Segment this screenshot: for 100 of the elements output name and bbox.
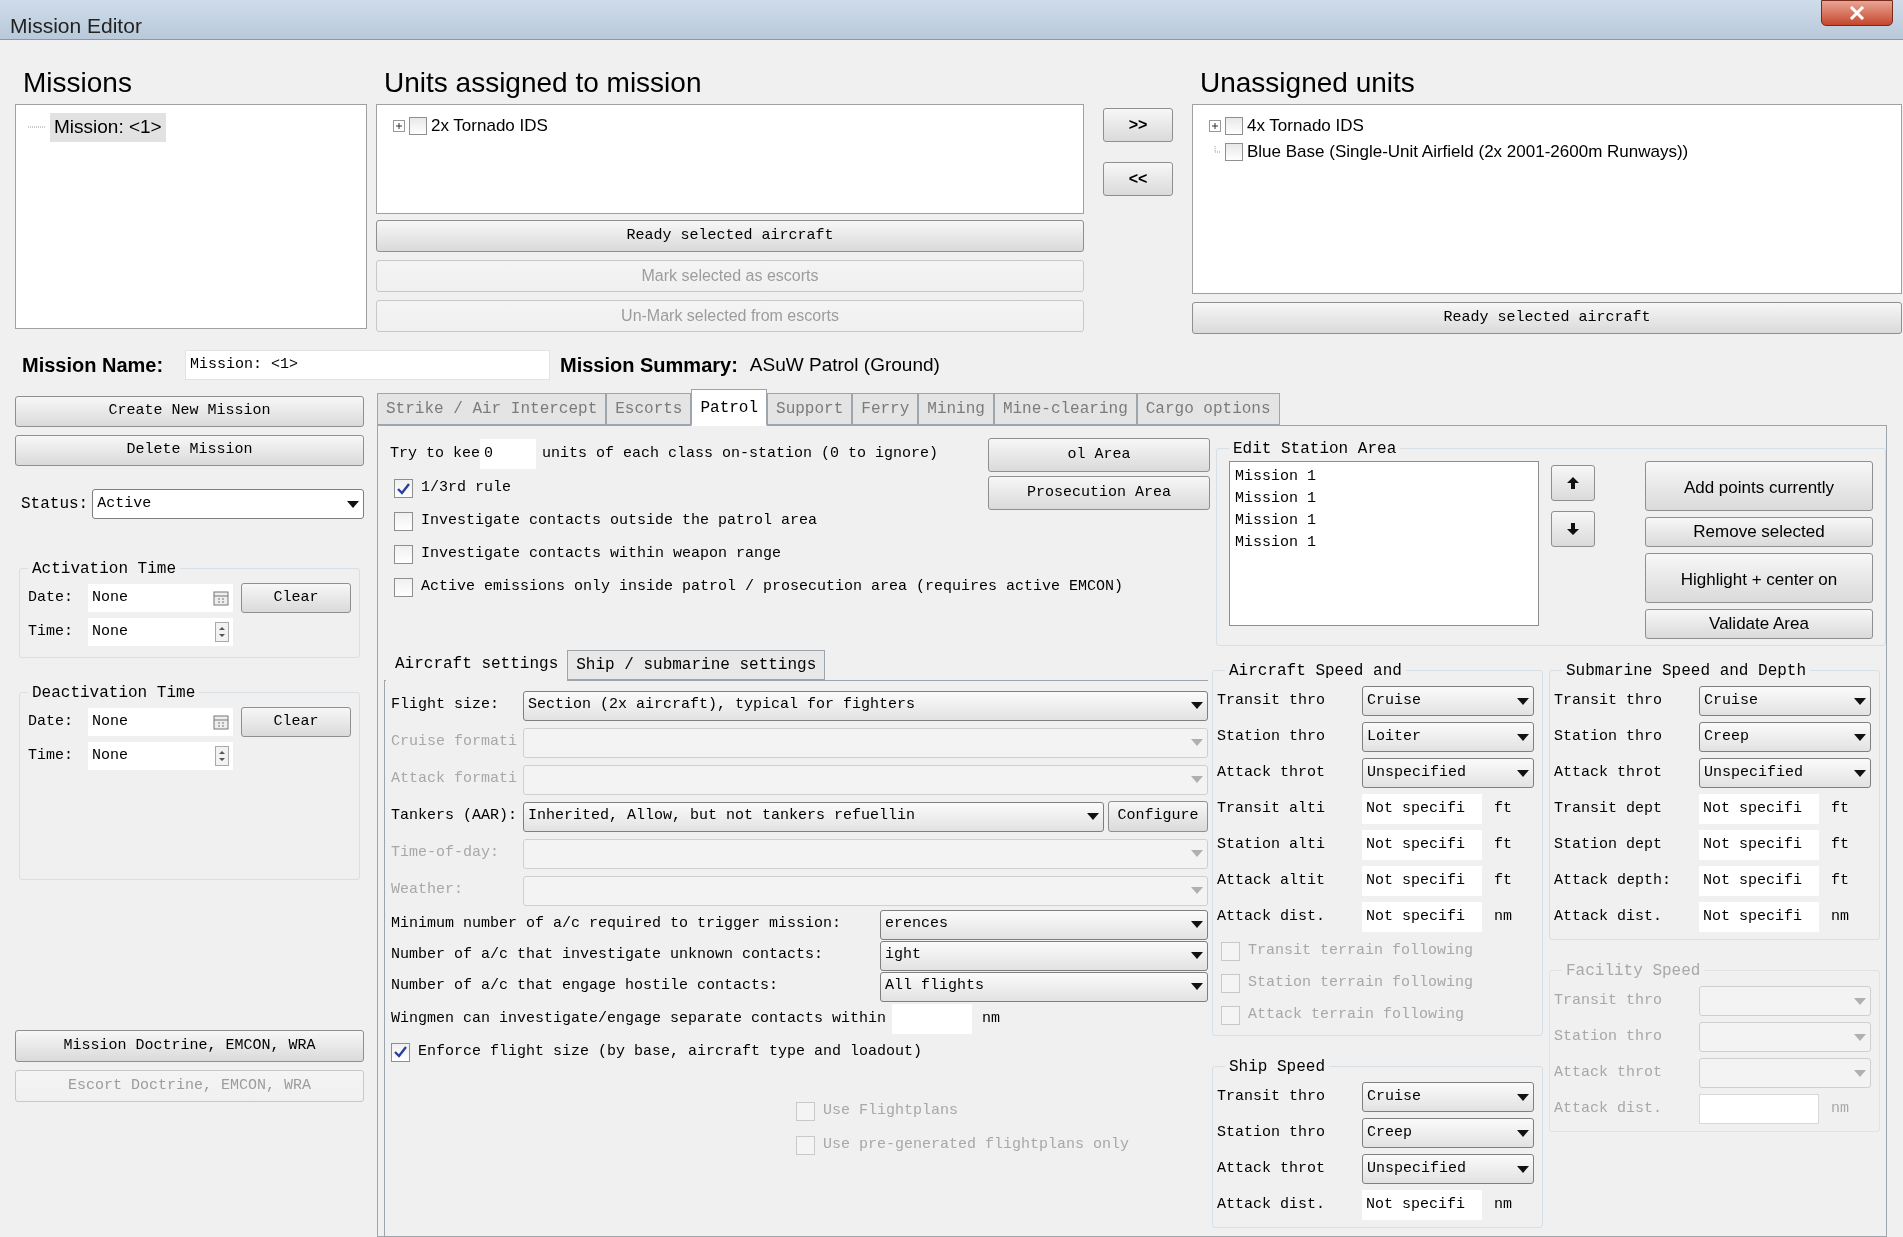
tab[interactable]: Patrol <box>691 389 768 426</box>
clear-button[interactable]: Clear <box>241 707 351 737</box>
dropdown[interactable]: Cruise <box>1699 686 1871 716</box>
checkbox[interactable] <box>394 545 413 564</box>
group-title: Ship Speed <box>1229 1058 1325 1076</box>
area-button[interactable]: Prosecution Area <box>988 476 1210 510</box>
tab[interactable]: Ship / submarine settings <box>567 650 826 680</box>
tree-item[interactable]: Mission: <1> <box>50 113 166 142</box>
input-field[interactable]: Not specifi <box>1362 794 1482 824</box>
dropdown[interactable]: Active <box>92 489 364 519</box>
list-item[interactable]: Mission 1 <box>1235 532 1533 554</box>
transfer-button[interactable]: << <box>1103 162 1173 196</box>
field-label: Attack dist. <box>1217 906 1327 927</box>
field-label: Cruise formati <box>391 732 519 753</box>
time-field[interactable]: None <box>88 618 233 646</box>
count-field[interactable]: 0 <box>480 439 536 469</box>
mission-button[interactable]: Create New Mission <box>15 396 364 427</box>
input-field[interactable]: Not specifi <box>1699 830 1819 860</box>
list-item[interactable]: Mission 1 <box>1235 466 1533 488</box>
list-item[interactable]: Mission 1 <box>1235 510 1533 532</box>
input-field[interactable]: Not specifi <box>1699 866 1819 896</box>
field-label: Station alti <box>1217 834 1327 855</box>
spinner-icon[interactable] <box>215 622 229 642</box>
dropdown[interactable]: Creep <box>1362 1118 1534 1148</box>
move-down-button[interactable] <box>1551 511 1595 547</box>
caret-icon <box>1191 952 1203 959</box>
configure-button[interactable]: Configure <box>1108 801 1208 832</box>
checkmark-icon <box>394 1046 407 1058</box>
date-field[interactable]: None <box>88 584 233 612</box>
input-field[interactable]: Not specifi <box>1699 794 1819 824</box>
dropdown[interactable]: ight <box>880 940 1208 971</box>
area-button[interactable]: ol Area <box>988 438 1210 472</box>
window-title: Mission Editor <box>9 13 142 39</box>
input-field[interactable]: Not specifi <box>1362 1190 1482 1220</box>
dropdown[interactable]: Cruise <box>1362 1082 1534 1112</box>
clear-button[interactable]: Clear <box>241 583 351 613</box>
caret-icon <box>1517 733 1529 741</box>
field-label: Attack depth: <box>1554 870 1673 891</box>
field-label: Station thro <box>1217 1122 1327 1143</box>
field-label: Try to kee <box>390 443 480 464</box>
dropdown[interactable]: Cruise <box>1362 686 1534 716</box>
station-button[interactable]: Add points currently <box>1645 461 1873 511</box>
mission-name-field[interactable]: Mission: <1> <box>185 350 550 380</box>
field-label: Minimum number of a/c required to trigger mission: <box>391 914 843 935</box>
dropdown[interactable]: Loiter <box>1362 722 1534 752</box>
caret-icon <box>1854 1069 1866 1077</box>
checkbox-label: Use pre-generated flightplans only <box>823 1134 1130 1155</box>
dropdown[interactable]: Unspecified <box>1362 758 1534 788</box>
checkbox[interactable] <box>391 1042 410 1062</box>
group-title: Submarine Speed and Depth <box>1566 662 1807 680</box>
transfer-button[interactable]: >> <box>1103 108 1173 142</box>
time-field[interactable]: None <box>88 742 233 770</box>
mission-button[interactable]: Delete Mission <box>15 435 364 466</box>
checkbox-label: Transit terrain following <box>1248 940 1474 961</box>
station-button[interactable]: Remove selected <box>1645 517 1873 547</box>
dropdown[interactable]: Section (2x aircraft), typical for fighters <box>523 690 1208 721</box>
unit-label: ft <box>1831 870 1849 891</box>
checkbox[interactable] <box>409 117 427 135</box>
checkbox[interactable] <box>1225 143 1243 161</box>
field-label: Attack throt <box>1217 762 1327 783</box>
station-button[interactable]: Validate Area <box>1645 609 1873 639</box>
checkbox[interactable] <box>394 578 413 597</box>
calendar-icon[interactable] <box>213 590 229 606</box>
dropdown[interactable]: Unspecified <box>1362 1154 1534 1184</box>
dropdown[interactable]: Creep <box>1699 722 1871 752</box>
action-button[interactable]: Ready selected aircraft <box>1192 302 1902 334</box>
date-field[interactable]: None <box>88 708 233 736</box>
checkbox-label: Enforce flight size (by base, aircraft type and loadout) <box>418 1041 923 1062</box>
checkbox[interactable] <box>394 512 413 531</box>
spinner-icon[interactable] <box>215 746 229 766</box>
input-field[interactable]: Not specifi <box>1362 830 1482 860</box>
station-button[interactable]: Highlight + center on <box>1645 553 1873 603</box>
dropdown[interactable]: erences <box>880 909 1208 940</box>
dropdown[interactable]: Inherited, Allow, but not tankers refuellin <box>523 801 1104 832</box>
checkbox[interactable] <box>394 479 413 498</box>
tree-item[interactable]: Blue Base (Single-Unit Airfield (2x 2001-2600m Runways)) <box>1247 139 1689 165</box>
tree-item[interactable]: 2x Tornado IDS <box>431 113 548 139</box>
field-label: Attack throt <box>1554 762 1664 783</box>
close-button[interactable] <box>1821 0 1893 26</box>
move-up-button[interactable] <box>1551 465 1595 501</box>
section-heading: Units assigned to mission <box>383 66 703 100</box>
list-item[interactable]: Mission 1 <box>1235 488 1533 510</box>
action-button[interactable]: Ready selected aircraft <box>376 220 1084 252</box>
checkbox[interactable] <box>1225 117 1243 135</box>
field-label: Flight size: <box>391 695 501 716</box>
dropdown[interactable]: Unspecified <box>1699 758 1871 788</box>
input-field[interactable]: Not specifi <box>1362 902 1482 932</box>
arrow-up-icon <box>1566 476 1580 490</box>
unit-label: ft <box>1831 834 1849 855</box>
input-field[interactable]: Not specifi <box>1699 902 1819 932</box>
expand-icon[interactable] <box>393 120 405 132</box>
caret-icon <box>1517 1165 1529 1173</box>
expand-icon[interactable] <box>1209 120 1221 132</box>
dropdown[interactable]: All flights <box>880 971 1208 1002</box>
unit-label: ft <box>1494 870 1512 891</box>
doctrine-button[interactable]: Mission Doctrine, EMCON, WRA <box>15 1030 364 1062</box>
input-field[interactable]: Not specifi <box>1362 866 1482 896</box>
calendar-icon[interactable] <box>213 714 229 730</box>
field-label: Number of a/c that engage hostile contacts: <box>391 976 780 997</box>
tree-item[interactable]: 4x Tornado IDS <box>1247 113 1364 139</box>
